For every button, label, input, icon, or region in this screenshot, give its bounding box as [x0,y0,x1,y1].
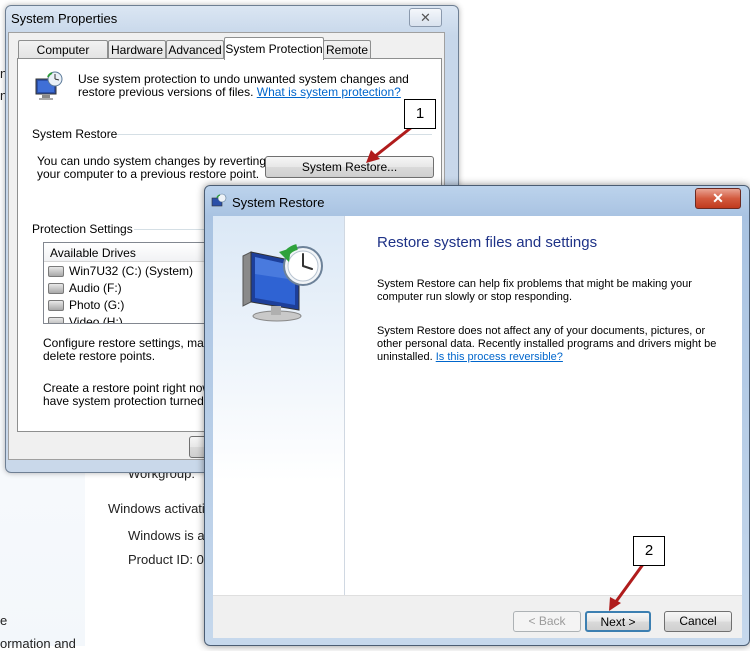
arrow-to-system-restore-button [373,125,413,159]
callout-step-1: 1 [404,99,436,129]
callout-step-2: 2 [633,536,665,566]
arrow-to-next-button [613,562,646,604]
arrow-head [366,150,380,163]
